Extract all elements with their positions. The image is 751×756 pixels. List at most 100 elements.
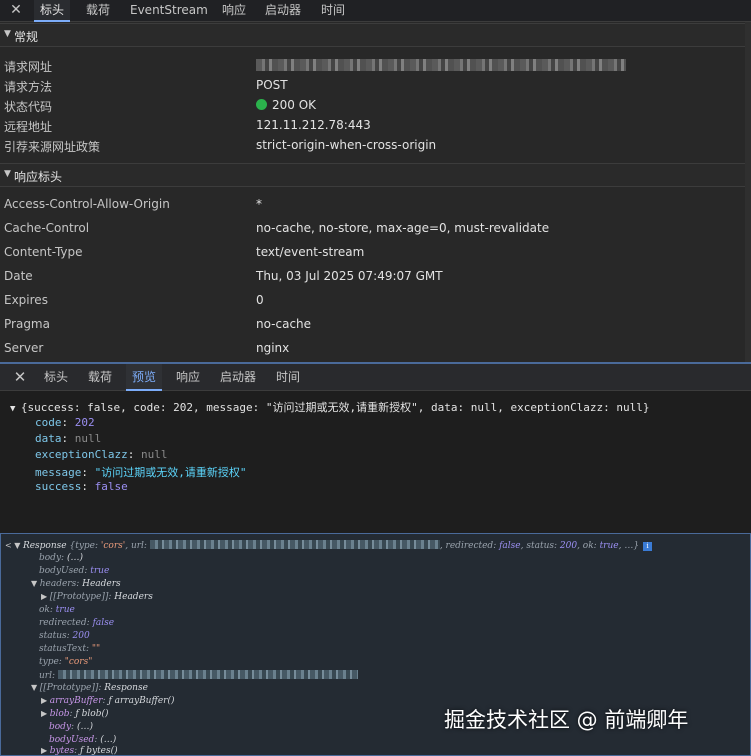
expand-arrow-icon: < ▼ [5, 541, 23, 550]
response-header-row: Cache-Control no-cache, no-store, max-ag… [0, 219, 745, 239]
close-icon[interactable]: ✕ [10, 366, 30, 388]
tab-headers[interactable]: 标头 [34, 0, 71, 22]
info-icon[interactable]: i [643, 542, 653, 551]
headers-tab-bar: ✕ 标头 载荷 EventStream 响应 启动器 时间 [0, 0, 751, 22]
general-section-title: 常规 [14, 30, 39, 44]
console-prop-row[interactable]: ▶ blob: ƒ blob() [41, 709, 108, 719]
preview-summary-line[interactable]: ▼ {success: false, code: 202, message: "… [10, 399, 650, 415]
row-key: Date [4, 269, 33, 283]
general-row-method: 请求方法 POST [0, 76, 745, 96]
console-prop-row[interactable]: ▶ [[Prototype]]: Headers [41, 592, 153, 602]
console-prop-row: bodyUsed: (…) [49, 735, 117, 745]
row-key: 远程地址 [4, 120, 53, 134]
preview-prop-row: success: false [35, 480, 128, 493]
close-icon[interactable]: ✕ [6, 0, 26, 22]
console-response-summary[interactable]: < ▼ Response {type: 'cors', url: , redir… [5, 540, 653, 551]
row-value: text/event-stream [256, 245, 365, 259]
expand-arrow-icon: ▶ [41, 592, 50, 601]
response-header-row: Pragma no-cache [0, 315, 745, 335]
prop-key: data [35, 432, 62, 445]
prop-key: message [35, 466, 82, 479]
console-prop-row[interactable]: ▶ bytes: ƒ bytes() [41, 746, 118, 756]
collapse-arrow-icon: ▼ [4, 169, 11, 179]
expand-arrow-icon: ▼ [31, 683, 40, 692]
preview-prop-row: data: null [35, 432, 102, 445]
prop-value: null [74, 432, 102, 445]
expand-arrow-icon: ▼ [31, 579, 40, 588]
row-value: 121.11.212.78:443 [256, 118, 371, 132]
response-header-row: Server nginx [0, 339, 745, 359]
console-prop-row[interactable]: ▶ arrayBuffer: ƒ arrayBuffer() [41, 696, 175, 706]
response-headers-section-header[interactable]: ▼ 响应标头 [0, 163, 751, 187]
row-value: strict-origin-when-cross-origin [256, 138, 437, 152]
scrollbar[interactable] [745, 22, 751, 362]
response-header-row: Access-Control-Allow-Origin * [0, 195, 745, 215]
row-key: Expires [4, 293, 48, 307]
row-key: Access-Control-Allow-Origin [4, 197, 170, 211]
preview-prop-row: code: 202 [35, 416, 95, 429]
row-value: 0 [256, 293, 264, 307]
general-row-status: 状态代码 200 OK [0, 96, 745, 116]
watermark: 掘金技术社区 @ 前端卿年 [444, 708, 689, 732]
row-key: 请求方法 [4, 80, 53, 94]
tab-response[interactable]: 响应 [216, 0, 252, 22]
general-section-header[interactable]: ▼ 常规 [0, 23, 751, 47]
redacted-url [57, 670, 358, 679]
console-prop-row: ok: true [39, 605, 75, 615]
preview-panel: ✕ 标头 载荷 预览 响应 启动器 时间 ▼ {success: false, … [0, 362, 751, 530]
preview-prop-row: message: "访问过期或无效,请重新授权" [35, 466, 247, 479]
tab-eventstream[interactable]: EventStream [124, 0, 214, 22]
console-prop-row[interactable]: ▼ [[Prototype]]: Response [31, 683, 148, 693]
collapse-arrow-icon: ▼ [4, 29, 11, 39]
prop-value: 202 [74, 416, 95, 429]
row-key: Cache-Control [4, 221, 90, 235]
prop-value: "访问过期或无效,请重新授权" [94, 466, 247, 479]
status-ok-icon [256, 99, 267, 110]
prop-value: false [94, 480, 128, 493]
tab-initiator[interactable]: 启动器 [214, 364, 262, 391]
tab-timing[interactable]: 时间 [315, 0, 351, 22]
tab-timing[interactable]: 时间 [270, 364, 306, 391]
response-headers-section-title: 响应标头 [14, 170, 63, 184]
console-prop-row: status: 200 [39, 631, 90, 641]
general-row-request-url: 请求网址 [0, 56, 745, 76]
tab-initiator[interactable]: 启动器 [259, 0, 307, 22]
row-key: Server [4, 341, 44, 355]
row-key: Pragma [4, 317, 50, 331]
row-key: 引荐来源网址政策 [4, 140, 101, 154]
row-value: Thu, 03 Jul 2025 07:49:07 GMT [256, 269, 443, 283]
row-key: 请求网址 [4, 60, 53, 74]
expand-arrow-icon: ▶ [41, 709, 50, 718]
row-value-redacted [256, 58, 626, 72]
console-prop-row: body: (…) [39, 553, 83, 563]
prop-key: exceptionClazz [35, 448, 128, 461]
preview-prop-row: exceptionClazz: null [35, 448, 168, 461]
row-value: nginx [256, 341, 290, 355]
console-prop-row[interactable]: ▼ headers: Headers [31, 579, 121, 589]
response-header-row: Expires 0 [0, 291, 745, 311]
tab-preview[interactable]: 预览 [126, 364, 163, 391]
row-key: 状态代码 [4, 100, 53, 114]
row-value: POST [256, 78, 288, 92]
row-key: Content-Type [4, 245, 83, 259]
row-value-status: 200 OK [256, 98, 316, 112]
preview-summary: {success: false, code: 202, message: "访问… [20, 401, 650, 414]
redacted-url [256, 59, 626, 71]
expand-arrow-icon: ▶ [41, 696, 50, 705]
row-value: * [256, 197, 262, 211]
row-value: no-cache, no-store, max-age=0, must-reva… [256, 221, 550, 235]
tab-response[interactable]: 响应 [170, 364, 206, 391]
preview-tab-bar: ✕ 标头 载荷 预览 响应 启动器 时间 [0, 364, 751, 391]
headers-panel: ✕ 标头 载荷 EventStream 响应 启动器 时间 ▼ 常规 请求网址 … [0, 0, 751, 362]
general-row-remote-address: 远程地址 121.11.212.78:443 [0, 116, 745, 136]
status-text: 200 OK [272, 98, 317, 112]
tab-payload[interactable]: 载荷 [82, 364, 118, 391]
prop-key: success [35, 480, 82, 493]
prop-key: code [35, 416, 62, 429]
response-header-row: Date Thu, 03 Jul 2025 07:49:07 GMT [0, 267, 745, 287]
prop-value: null [140, 448, 168, 461]
console-prop-row: type: "cors" [39, 657, 93, 667]
general-row-referrer-policy: 引荐来源网址政策 strict-origin-when-cross-origin [0, 136, 745, 156]
tab-payload[interactable]: 载荷 [80, 0, 116, 22]
tab-headers[interactable]: 标头 [38, 364, 74, 391]
